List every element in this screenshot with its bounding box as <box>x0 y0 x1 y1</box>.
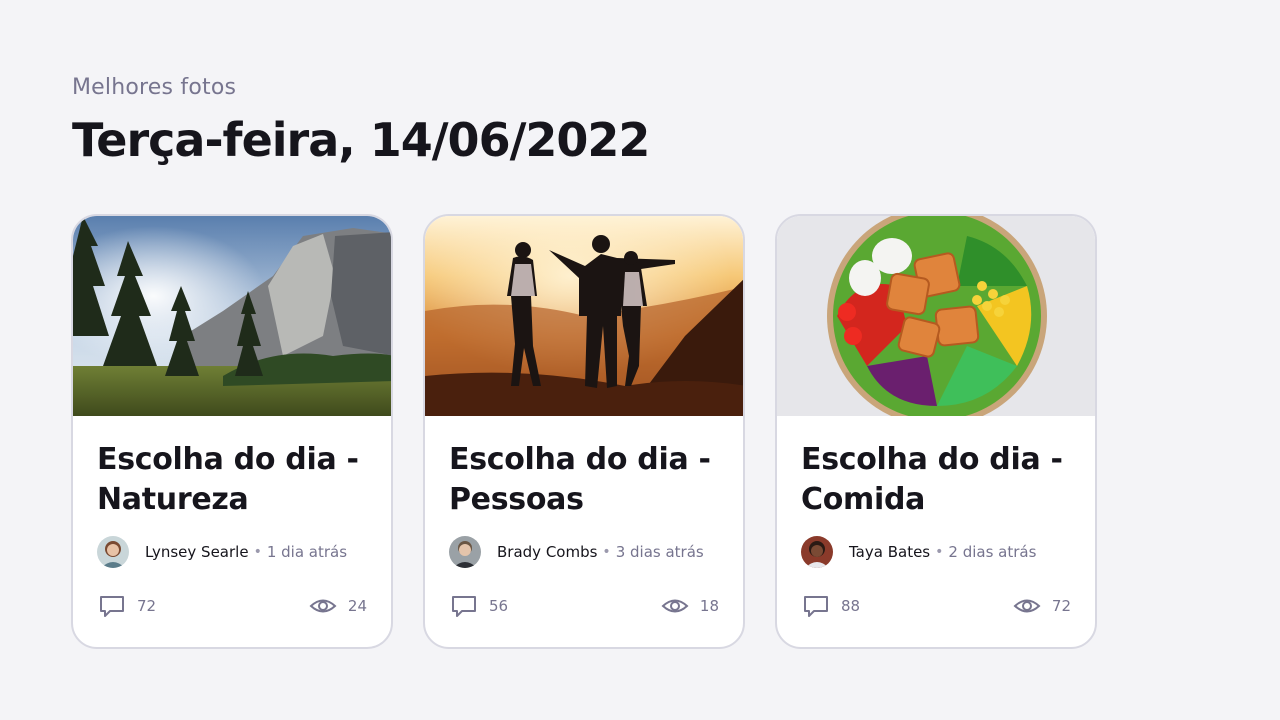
author-name[interactable]: Brady Combs <box>497 543 597 561</box>
comment-icon[interactable] <box>449 591 479 621</box>
views-stat[interactable]: 24 <box>308 591 367 621</box>
card-stats: 72 24 <box>97 591 367 621</box>
eye-icon[interactable] <box>660 591 690 621</box>
card-title[interactable]: Escolha do dia - Natureza <box>97 440 367 520</box>
views-stat[interactable]: 72 <box>1012 591 1071 621</box>
author-separator: • <box>935 544 944 560</box>
comments-stat[interactable]: 56 <box>449 591 508 621</box>
author-separator: • <box>253 544 262 560</box>
mountain-forest-photo[interactable] <box>73 216 391 416</box>
eye-icon[interactable] <box>308 591 338 621</box>
post-time: 3 dias atrás <box>615 543 704 561</box>
salad-bowl-photo[interactable] <box>777 216 1095 416</box>
comments-stat[interactable]: 72 <box>97 591 156 621</box>
views-stat[interactable]: 18 <box>660 591 719 621</box>
comment-count: 72 <box>137 597 157 615</box>
avatar[interactable] <box>801 536 833 568</box>
comments-stat[interactable]: 88 <box>801 591 860 621</box>
author-name[interactable]: Lynsey Searle <box>145 543 249 561</box>
photo-card-comida[interactable]: Escolha do dia - Comida Taya Bates • 2 d… <box>775 214 1097 649</box>
page-title: Terça-feira, 14/06/2022 <box>72 113 650 167</box>
card-author: Lynsey Searle • 1 dia atrás <box>97 536 367 568</box>
avatar[interactable] <box>449 536 481 568</box>
card-author: Taya Bates • 2 dias atrás <box>801 536 1071 568</box>
view-count: 72 <box>1051 597 1071 615</box>
comment-count: 56 <box>489 597 509 615</box>
card-stats: 88 72 <box>801 591 1071 621</box>
photo-card-natureza[interactable]: Escolha do dia - Natureza Lynsey Searle … <box>71 214 393 649</box>
eye-icon[interactable] <box>1012 591 1042 621</box>
card-author: Brady Combs • 3 dias atrás <box>449 536 719 568</box>
people-sunset-photo[interactable] <box>425 216 743 416</box>
post-time: 1 dia atrás <box>266 543 348 561</box>
avatar[interactable] <box>97 536 129 568</box>
comment-icon[interactable] <box>97 591 127 621</box>
comment-icon[interactable] <box>801 591 831 621</box>
author-name[interactable]: Taya Bates <box>849 543 930 561</box>
page-eyebrow: Melhores fotos <box>72 75 237 100</box>
card-title[interactable]: Escolha do dia - Pessoas <box>449 440 719 520</box>
photo-cards: Escolha do dia - Natureza Lynsey Searle … <box>71 214 1097 649</box>
page: Melhores fotos Terça-feira, 14/06/2022 E… <box>0 0 1280 720</box>
card-title[interactable]: Escolha do dia - Comida <box>801 440 1071 520</box>
card-stats: 56 18 <box>449 591 719 621</box>
photo-card-pessoas[interactable]: Escolha do dia - Pessoas Brady Combs • 3… <box>423 214 745 649</box>
view-count: 24 <box>347 597 367 615</box>
view-count: 18 <box>699 597 719 615</box>
comment-count: 88 <box>841 597 861 615</box>
post-time: 2 dias atrás <box>948 543 1037 561</box>
author-separator: • <box>602 544 611 560</box>
